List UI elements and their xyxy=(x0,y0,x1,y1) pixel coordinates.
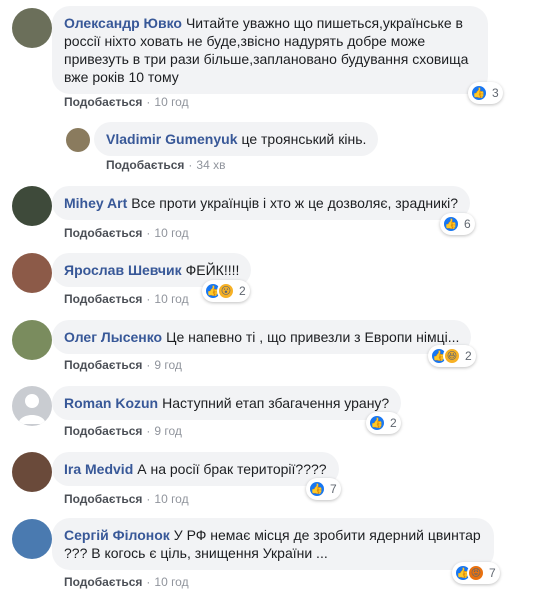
like-button[interactable]: Подобається xyxy=(106,158,184,172)
comment-text: це троянський кінь. xyxy=(241,131,367,147)
reaction-count: 6 xyxy=(464,217,471,231)
like-button[interactable]: Подобається xyxy=(64,492,142,506)
avatar[interactable] xyxy=(12,8,52,48)
comment-bubble: Vladimir Gumenyuk це троянський кінь. xyxy=(94,122,379,156)
comment-text: А на росії брак території???? xyxy=(137,461,327,477)
timestamp[interactable]: 9 год xyxy=(154,358,182,372)
like-button[interactable]: Подобається xyxy=(64,292,142,306)
comment-text: Це напевно ті , що привезли з Европи нім… xyxy=(166,329,460,345)
like-button[interactable]: Подобається xyxy=(64,95,142,109)
comment-text: Наступний етап збагачення урану? xyxy=(162,395,390,411)
author-name[interactable]: Ярослав Шевчик xyxy=(64,262,182,278)
timestamp[interactable]: 34 хв xyxy=(196,158,225,172)
avatar[interactable] xyxy=(12,452,52,492)
like-reaction-icon: 👍 xyxy=(470,84,488,102)
timestamp[interactable]: 10 год xyxy=(154,492,188,506)
avatar[interactable] xyxy=(12,519,52,559)
comment-actions: Подобається · 10 год xyxy=(64,226,189,240)
comment-bubble: Roman Kozun Наступний етап збагачення ура… xyxy=(52,386,402,420)
comment-actions: Подобається · 9 год xyxy=(64,424,182,438)
reaction-count: 2 xyxy=(239,284,246,298)
like-button[interactable]: Подобається xyxy=(64,226,142,240)
avatar[interactable] xyxy=(12,320,52,360)
reaction-count: 3 xyxy=(492,86,499,100)
angry-reaction-icon: 😡 xyxy=(467,564,485,582)
author-name[interactable]: Сергій Філонок xyxy=(64,527,170,543)
timestamp[interactable]: 10 год xyxy=(154,292,188,306)
reaction-summary[interactable]: 👍 2 xyxy=(366,412,401,434)
comment-actions: Подобається · 34 хв xyxy=(106,158,226,172)
comment-actions: Подобається · 10 год xyxy=(64,292,189,306)
timestamp[interactable]: 10 год xyxy=(154,226,188,240)
author-name[interactable]: Олег Лысенко xyxy=(64,329,162,345)
timestamp[interactable]: 10 год xyxy=(154,575,188,589)
wow-reaction-icon: 😮 xyxy=(217,282,235,300)
avatar[interactable] xyxy=(12,386,52,426)
comment-bubble: Олег Лысенко Це напевно ті , що привезли … xyxy=(52,320,472,354)
like-reaction-icon: 👍 xyxy=(442,215,460,233)
avatar[interactable] xyxy=(12,186,52,226)
reaction-count: 2 xyxy=(465,349,472,363)
author-name[interactable]: Олександр Ювко xyxy=(64,15,182,31)
comment-text: Все проти українців і хто ж це дозволяє,… xyxy=(131,195,458,211)
author-name[interactable]: Roman Kozun xyxy=(64,395,158,411)
timestamp[interactable]: 10 год xyxy=(154,95,188,109)
reaction-summary[interactable]: 👍 😆 2 xyxy=(428,345,476,367)
like-button[interactable]: Подобається xyxy=(64,424,142,438)
reaction-count: 7 xyxy=(330,482,337,496)
avatar[interactable] xyxy=(12,253,52,293)
default-avatar-icon xyxy=(18,394,46,424)
like-reaction-icon: 👍 xyxy=(368,414,386,432)
avatar[interactable] xyxy=(66,128,90,152)
comment-text: ФЕЙК!!!! xyxy=(185,262,240,278)
author-name[interactable]: Vladimir Gumenyuk xyxy=(106,131,237,147)
comment-actions: Подобається · 10 год xyxy=(64,492,189,506)
reaction-summary[interactable]: 👍 3 xyxy=(468,82,503,104)
comment-bubble: Mihey Art Все проти українців і хто ж це … xyxy=(52,186,470,220)
reaction-summary[interactable]: 👍 😮 2 xyxy=(202,280,250,302)
reaction-summary[interactable]: 👍 😡 7 xyxy=(452,562,500,584)
comment-bubble: Ira Medvid А на росії брак території???? xyxy=(52,452,339,486)
timestamp[interactable]: 9 год xyxy=(154,424,182,438)
reaction-count: 7 xyxy=(489,566,496,580)
author-name[interactable]: Mihey Art xyxy=(64,195,127,211)
comment-bubble: Сергій Філонок У РФ немає місця де зробит… xyxy=(52,518,494,570)
like-reaction-icon: 👍 xyxy=(308,480,326,498)
comment-bubble: Олександр Ювко Читайте уважно що пишеться… xyxy=(52,6,488,94)
like-button[interactable]: Подобається xyxy=(64,575,142,589)
author-name[interactable]: Ira Medvid xyxy=(64,461,133,477)
reaction-summary[interactable]: 👍 7 xyxy=(306,478,341,500)
like-button[interactable]: Подобається xyxy=(64,358,142,372)
haha-reaction-icon: 😆 xyxy=(443,347,461,365)
comment-actions: Подобається · 10 год xyxy=(64,575,189,589)
reaction-count: 2 xyxy=(390,416,397,430)
reaction-summary[interactable]: 👍 6 xyxy=(440,213,475,235)
comment-actions: Подобається · 9 год xyxy=(64,358,182,372)
comment-actions: Подобається · 10 год xyxy=(64,95,189,109)
